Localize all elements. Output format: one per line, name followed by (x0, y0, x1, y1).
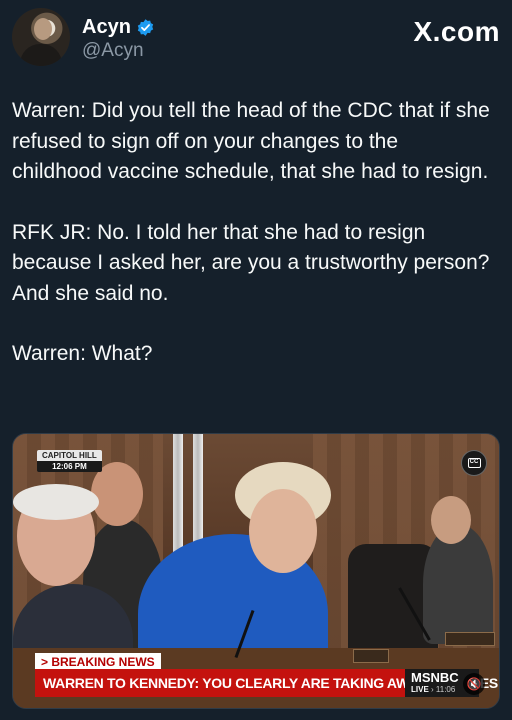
tweet-paragraph: RFK JR: No. I told her that she had to r… (12, 220, 490, 305)
video-player[interactable]: CAPITOL HILL 12:06 PM CC > BREAKING NEWS… (12, 433, 500, 709)
nameplate (445, 632, 495, 646)
author-handle[interactable]: @Acyn (82, 40, 144, 62)
speaker-warren-face (249, 489, 317, 573)
location-label: CAPITOL HILL (37, 450, 102, 461)
closed-captions-icon[interactable]: CC (461, 450, 487, 476)
nameplate (353, 649, 389, 663)
tweet-header: Acyn @Acyn X.com (12, 8, 500, 68)
live-indicator: LIVE › 11:06 (411, 685, 456, 694)
live-label: LIVE (411, 685, 429, 694)
tweet-text: Warren: Did you tell the head of the CDC… (12, 96, 492, 400)
x-com-brand: X.com (413, 16, 500, 47)
news-chyron: WARREN TO KENNEDY: YOU CLEARLY ARE TAKIN… (35, 669, 498, 697)
speaker-muted-icon[interactable]: 🔇 (463, 673, 485, 695)
network-logo: MSNBC (411, 670, 459, 685)
location-badge: CAPITOL HILL 12:06 PM (37, 450, 102, 472)
avatar-body (20, 44, 62, 66)
tweet-paragraph: Warren: What? (12, 342, 153, 365)
live-time: 11:06 (435, 685, 456, 694)
avatar-head (34, 18, 52, 40)
author-name[interactable]: Acyn (82, 16, 131, 39)
verified-badge-icon (137, 19, 154, 36)
tweet-paragraph: Warren: Did you tell the head of the CDC… (12, 99, 490, 183)
author-name-row: Acyn (82, 16, 155, 39)
background-person-face (431, 496, 471, 544)
location-time: 12:06 PM (37, 461, 102, 472)
author-avatar[interactable] (12, 8, 70, 66)
person-sanders-hair (13, 484, 99, 520)
